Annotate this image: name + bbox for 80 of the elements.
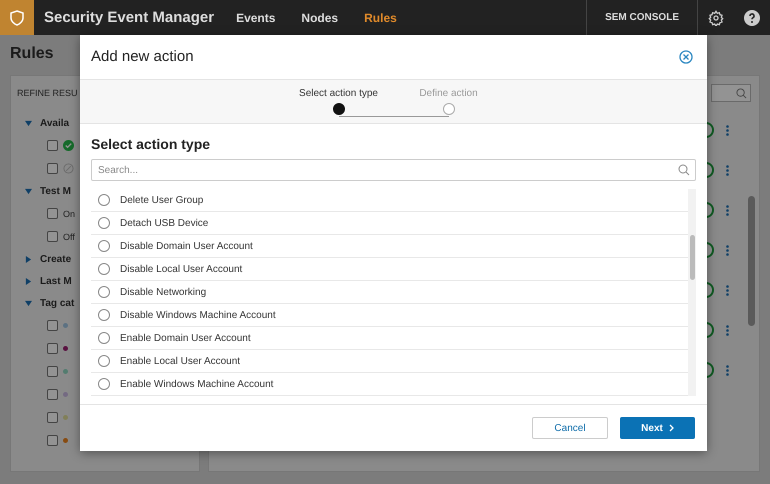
next-button[interactable]: Next (620, 417, 695, 440)
chevron-right-icon (668, 424, 674, 432)
close-button[interactable] (679, 50, 693, 64)
action-option-label: Enable Local User Account (120, 356, 240, 367)
action-option-label: Detach USB Device (120, 218, 208, 229)
checkbox[interactable] (47, 231, 58, 242)
action-option-label: Enable Domain User Account (120, 332, 251, 344)
action-option[interactable]: Enable Local User Account (91, 350, 688, 374)
search-field[interactable] (711, 84, 751, 102)
action-option-label: Disable Domain User Account (120, 240, 253, 252)
action-option-label: Disable Windows Machine Account (120, 310, 276, 321)
action-option[interactable]: Disable Networking (91, 281, 688, 304)
search-icon (678, 164, 690, 176)
filter-group-label: Test M (40, 186, 71, 196)
checkbox[interactable] (47, 208, 58, 219)
action-option-label: Delete User Group (120, 194, 204, 206)
radio-button[interactable] (98, 286, 110, 298)
action-option[interactable]: Disable Windows Machine Account (91, 304, 688, 328)
nav-tab[interactable]: Events (236, 10, 276, 24)
disabled-circle-icon (63, 163, 74, 174)
section-heading: Select action type (91, 136, 210, 152)
step-label: Define action (419, 88, 478, 99)
checkbox[interactable] (47, 163, 58, 174)
caret-icon[interactable] (25, 300, 32, 306)
nav-tab[interactable]: Rules (364, 10, 397, 24)
radio-button[interactable] (98, 332, 110, 344)
scrollbar[interactable] (748, 196, 755, 326)
checkbox[interactable] (47, 389, 58, 400)
checkbox[interactable] (47, 320, 58, 331)
action-option[interactable]: Enable Domain User Account (91, 327, 688, 350)
more-icon[interactable] (726, 164, 729, 176)
more-icon[interactable] (726, 244, 729, 256)
checkbox[interactable] (47, 412, 58, 423)
settings-icon[interactable] (708, 10, 724, 26)
action-option-label: Disable Networking (120, 286, 206, 298)
filter-group-label: Create (40, 254, 72, 264)
action-option[interactable]: Delete User Group (91, 189, 688, 212)
radio-button[interactable] (98, 194, 110, 206)
radio-button[interactable] (98, 355, 110, 368)
caret-icon[interactable] (25, 188, 32, 194)
app-title: Security Event Manager (44, 9, 214, 26)
scrollbar[interactable] (688, 189, 696, 396)
checkbox[interactable] (47, 343, 58, 354)
help-icon[interactable] (744, 10, 760, 26)
check-circle-icon (63, 140, 74, 151)
action-option[interactable]: Disable Local User Account (91, 258, 688, 282)
caret-icon[interactable] (25, 120, 32, 126)
filter-option-label: Off (63, 232, 75, 242)
shield-logo-icon (0, 0, 34, 35)
cancel-button[interactable]: Cancel (532, 417, 608, 440)
search-icon (736, 88, 747, 98)
more-icon[interactable] (726, 204, 729, 216)
caret-icon[interactable] (25, 278, 32, 284)
filter-option-label: On (63, 208, 76, 218)
action-option[interactable]: Disable Domain User Account (91, 235, 688, 258)
action-option-label: Enable Windows Machine Account (120, 378, 274, 390)
radio-button[interactable] (98, 309, 110, 322)
more-icon[interactable] (726, 124, 729, 136)
filter-group-label: Last M (40, 276, 72, 286)
action-option[interactable]: Enable Windows Machine Account (91, 373, 688, 396)
more-icon[interactable] (726, 364, 729, 376)
checkbox[interactable] (47, 435, 58, 446)
more-icon[interactable] (726, 324, 729, 336)
radio-button[interactable] (98, 240, 110, 252)
action-option-label: Disable Local User Account (120, 264, 242, 275)
step-label: Select action type (299, 88, 378, 99)
action-option[interactable]: Detach USB Device (91, 212, 688, 236)
dialog-title: Add new action (91, 48, 194, 66)
radio-button[interactable] (98, 217, 110, 230)
page-title: Rules (10, 45, 54, 63)
filter-group-label: Availa (40, 118, 70, 128)
more-icon[interactable] (726, 284, 729, 296)
checkbox[interactable] (47, 140, 58, 151)
checkbox[interactable] (47, 366, 58, 377)
filter-heading: REFINE RESU (17, 88, 78, 98)
filter-group-label: Tag cat (40, 298, 74, 308)
radio-button[interactable] (98, 263, 110, 276)
nav-tab[interactable]: Nodes (301, 10, 338, 24)
radio-button[interactable] (98, 378, 110, 390)
caret-icon[interactable] (25, 256, 32, 262)
